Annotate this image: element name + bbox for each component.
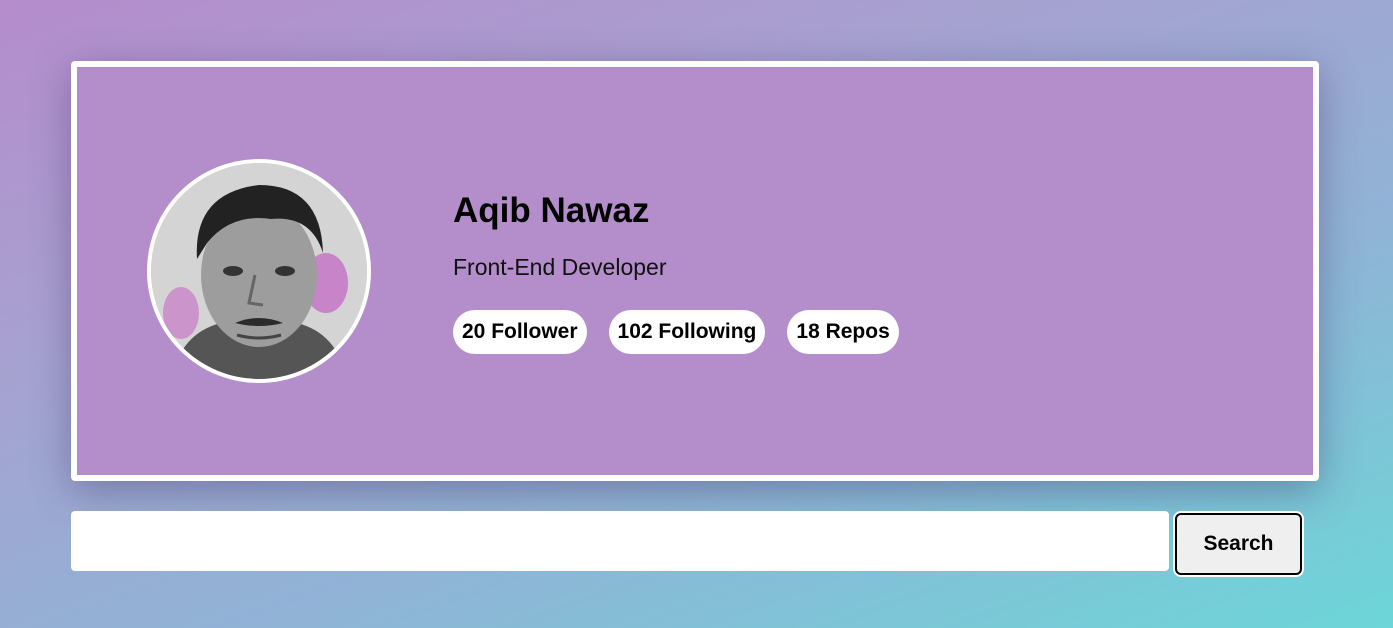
profile-name: Aqib Nawaz [453,191,650,230]
following-count: 102 Following [608,310,766,354]
repos-count: 18 Repos [787,310,899,354]
profile-stats: 20 Follower 102 Following 18 Repos [453,310,899,354]
avatar [147,159,371,383]
profile-card: Aqib Nawaz Front-End Developer 20 Follow… [71,61,1319,481]
search-button[interactable]: Search [1175,513,1302,575]
profile-bio: Front-End Developer [453,254,667,280]
followers-count: 20 Follower [453,310,587,354]
search-input[interactable] [71,511,1169,571]
avatar-photo [151,163,367,379]
